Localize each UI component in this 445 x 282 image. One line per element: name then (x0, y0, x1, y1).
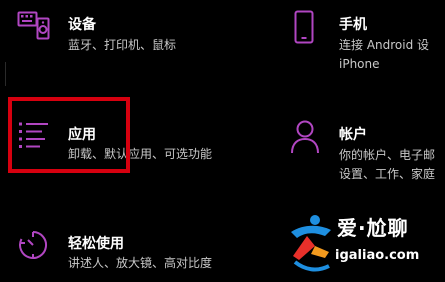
person-icon (290, 120, 320, 158)
tile-description: 讲述人、放大镜、高对比度 (68, 254, 212, 273)
keyboard-speaker-icon (17, 9, 51, 45)
settings-tile-devices[interactable]: 设备 蓝牙、打印机、鼠标 (0, 0, 250, 75)
tile-title: 设备 (68, 17, 96, 33)
tile-description-line: iPhone (339, 57, 380, 71)
divider (5, 62, 6, 86)
tile-title: 应用 (68, 127, 96, 143)
watermark: 爱·尬聊 igaliao.com (285, 210, 445, 278)
tile-description-line: 你的帐户、电子邮 (339, 148, 436, 162)
tile-title: 轻松使用 (68, 236, 124, 252)
settings-tile-phone[interactable]: 手机 连接 Android 设 iPhone (270, 0, 445, 80)
watermark-brand: 爱·尬聊 (337, 216, 409, 240)
tile-description: 卸载、默认应用、可选功能 (68, 145, 212, 164)
tile-description-line: 蓝牙、打印机、鼠标 (68, 38, 177, 52)
tile-description-line: 设置、工作、家庭 (339, 167, 436, 181)
tile-title: 帐户 (339, 127, 367, 143)
settings-tile-accounts[interactable]: 帐户 你的帐户、电子邮 设置、工作、家庭 (270, 105, 445, 185)
settings-tile-ease-of-access[interactable]: 轻松使用 讲述人、放大镜、高对比度 (0, 220, 260, 278)
tile-title: 手机 (339, 17, 367, 33)
apps-list-icon (18, 121, 50, 155)
phone-icon (294, 10, 314, 48)
tile-description: 连接 Android 设 iPhone (339, 36, 429, 74)
tile-description: 蓝牙、打印机、鼠标 (68, 36, 176, 55)
tile-description-line: 连接 Android 设 (339, 38, 430, 52)
ease-of-access-timer-icon (17, 229, 49, 265)
tile-description: 你的帐户、电子邮 设置、工作、家庭 (339, 146, 435, 184)
watermark-logo-icon (285, 212, 337, 282)
settings-tile-apps[interactable]: 应用 卸载、默认应用、可选功能 (0, 95, 260, 175)
watermark-url: igaliao.com (335, 248, 420, 263)
tile-description-line: 讲述人、放大镜、高对比度 (68, 256, 213, 270)
tile-description-line: 卸载、默认应用、可选功能 (68, 147, 213, 161)
